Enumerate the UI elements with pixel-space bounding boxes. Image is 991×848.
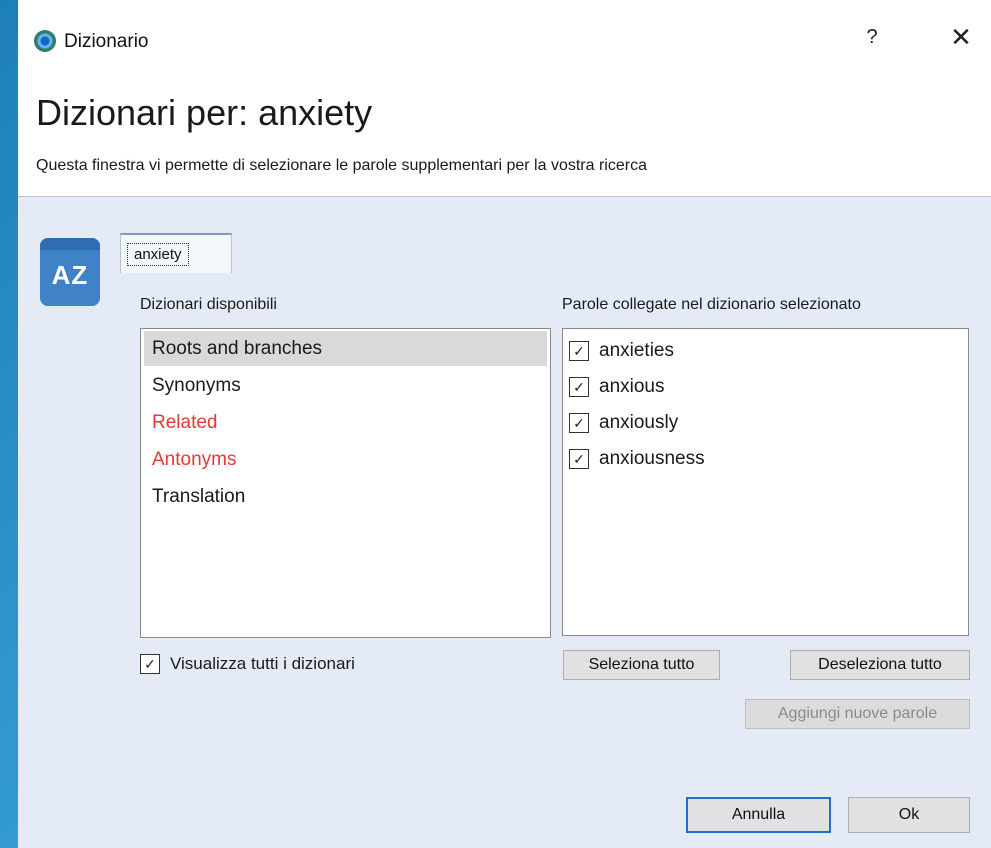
deselect-all-button[interactable]: Deseleziona tutto — [790, 650, 970, 680]
dictionaries-label: Dizionari disponibili — [140, 296, 277, 313]
select-all-button[interactable]: Seleziona tutto — [563, 650, 720, 680]
word-item[interactable]: ✓ anxiousness — [563, 441, 968, 477]
word-label: anxious — [599, 376, 665, 397]
dialog-header: Dizionari per: anxiety Questa finestra v… — [18, 82, 991, 197]
dictionary-item[interactable]: Related — [144, 405, 547, 440]
word-item[interactable]: ✓ anxious — [563, 369, 968, 405]
checkbox-icon[interactable]: ✓ — [569, 377, 589, 397]
page-subtitle: Questa finestra vi permette di seleziona… — [36, 157, 647, 174]
tab-anxiety[interactable]: anxiety — [120, 233, 232, 273]
word-item[interactable]: ✓ anxieties — [563, 333, 968, 369]
dictionary-item[interactable]: Translation — [144, 479, 547, 514]
checkbox-icon[interactable]: ✓ — [569, 413, 589, 433]
checkbox-icon[interactable]: ✓ — [569, 341, 589, 361]
cancel-button[interactable]: Annulla — [686, 797, 831, 833]
dictionary-item[interactable]: Synonyms — [144, 368, 547, 403]
checkbox-icon[interactable]: ✓ — [140, 654, 160, 674]
title-bar: Dizionario ? ✕ — [18, 0, 991, 82]
word-label: anxiously — [599, 412, 679, 433]
app-icon — [34, 30, 56, 52]
tab-label: anxiety — [127, 243, 189, 266]
dictionary-item[interactable]: Roots and branches — [144, 331, 547, 366]
word-item[interactable]: ✓ anxiously — [563, 405, 968, 441]
close-button[interactable]: ✕ — [946, 22, 976, 53]
related-words-label: Parole collegate nel dizionario selezion… — [562, 296, 861, 313]
dictionary-item[interactable]: Antonyms — [144, 442, 547, 477]
checkbox-icon[interactable]: ✓ — [569, 449, 589, 469]
ok-button[interactable]: Ok — [848, 797, 970, 833]
show-all-dictionaries-checkbox[interactable]: ✓ Visualizza tutti i dizionari — [140, 654, 355, 674]
az-icon-letters: AZ — [51, 260, 89, 290]
window-title: Dizionario — [64, 31, 149, 52]
help-button[interactable]: ? — [860, 26, 884, 49]
show-all-label: Visualizza tutti i dizionari — [170, 654, 355, 673]
word-label: anxiousness — [599, 448, 705, 469]
dictionary-az-icon: AZ — [40, 238, 100, 306]
add-new-words-button[interactable]: Aggiungi nuove parole — [745, 699, 970, 729]
page-title: Dizionari per: anxiety — [36, 92, 373, 133]
dictionary-dialog: Dizionario ? ✕ Dizionari per: anxiety Qu… — [18, 0, 991, 848]
dictionaries-listbox[interactable]: Roots and branches Synonyms Related Antonym… — [140, 328, 551, 638]
related-words-listbox[interactable]: ✓ anxieties ✓ anxious ✓ anxiously ✓ anxiousness — [562, 328, 969, 636]
word-label: anxieties — [599, 340, 674, 361]
